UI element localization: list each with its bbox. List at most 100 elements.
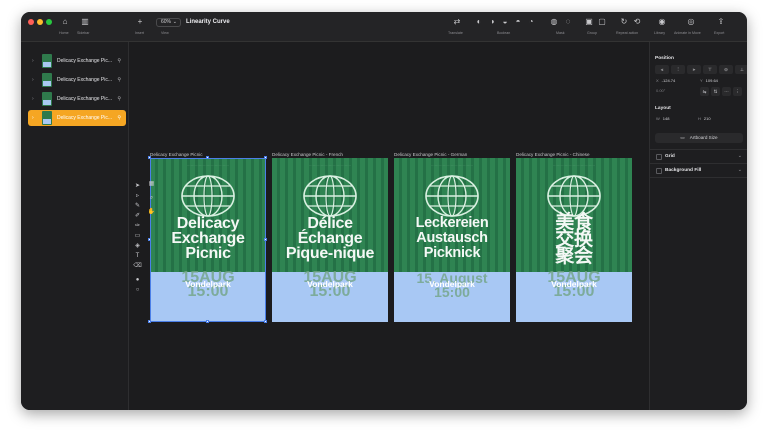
chevron-down-icon[interactable]: ⌄ (738, 167, 742, 174)
layer-item-selected[interactable]: › Delicacy Exchange Pic... ⚲ (28, 110, 126, 126)
boolean-union-icon[interactable]: ◐ (473, 17, 485, 27)
boolean-intersect-icon[interactable]: ◒ (499, 17, 511, 27)
insert-label: Insert (135, 31, 144, 35)
background-fill-row[interactable]: Background Fill ⌄ (650, 163, 747, 177)
grid-checkbox[interactable] (656, 154, 662, 160)
layer-name: Delicacy Exchange Pic... (57, 58, 113, 64)
pin-icon[interactable]: ⚲ (117, 94, 121, 104)
brush-tool-icon[interactable]: ✑ (133, 222, 142, 231)
node-tool-icon[interactable]: ▹ (133, 192, 142, 201)
zoom-dropdown[interactable]: 60% ⌄ (156, 18, 181, 27)
chevron-down-icon[interactable]: ⌄ (738, 153, 742, 160)
repeat-icon[interactable]: ↻ (618, 17, 630, 27)
insert-plus-icon[interactable]: + (134, 17, 146, 27)
group-icon[interactable]: ▣ (583, 17, 595, 27)
pencil-tool-icon[interactable]: ✐ (133, 212, 142, 221)
zoom-tool-icon[interactable]: ⌕ (147, 194, 156, 203)
artboard-poster[interactable]: · · · · · · · · · · · · · · · · · · · · … (394, 158, 510, 322)
chevron-right-icon[interactable]: › (32, 94, 34, 104)
zoom-window-button[interactable] (46, 19, 52, 25)
toolbar: ⌂ Home ▥ Sidebar + Insert 60% ⌄ View Line… (21, 12, 747, 42)
layer-item[interactable]: › Delicacy Exchange Pic... ⚲ (28, 72, 126, 88)
height-field[interactable]: H 210 (698, 115, 711, 123)
home-label: Home (59, 31, 69, 35)
resize-handle[interactable] (148, 320, 151, 323)
pin-icon[interactable]: ⚲ (117, 113, 121, 123)
resize-handle[interactable] (206, 156, 209, 159)
home-icon[interactable]: ⌂ (59, 17, 71, 27)
y-field[interactable]: Y 109.64 (700, 77, 718, 85)
align-top-icon[interactable]: ⊤ (703, 65, 717, 74)
mask-icon[interactable]: ◍ (548, 17, 560, 27)
align-left-icon[interactable]: ⫷ (655, 65, 669, 74)
align-right-icon[interactable]: ⫸ (687, 65, 701, 74)
layer-item[interactable]: › Delicacy Exchange Pic... ⚲ (28, 53, 126, 69)
align-center-h-icon[interactable]: ⫶ (671, 65, 685, 74)
layer-thumbnail (42, 92, 52, 106)
layout-section-title: Layout (655, 106, 671, 111)
translate-icon[interactable]: ⇄ (451, 17, 463, 27)
rotation-field[interactable]: 0.00° (656, 87, 665, 95)
layer-thumbnail (42, 54, 52, 68)
resize-handle[interactable] (264, 156, 267, 159)
background-fill-checkbox[interactable] (656, 168, 662, 174)
distribute-v-icon[interactable]: ⋮ (733, 87, 742, 96)
width-field[interactable]: W 148 (656, 115, 669, 123)
select-tool-icon[interactable]: ➤ (133, 182, 142, 191)
export-icon[interactable]: ⇪ (715, 17, 727, 27)
tool-palette: ➤ ▹ ✎ ✐ ✑ ▭ ◈ T ⌫ ● ○ ▦ ⌕ ✋ (129, 181, 155, 302)
resize-handle[interactable] (148, 238, 151, 241)
hand-tool-icon[interactable]: ✋ (147, 208, 156, 217)
boolean-subtract-icon[interactable]: ◑ (486, 17, 498, 27)
artboard-poster[interactable]: · · · · · · · · · · · · · · · · · · · · … (272, 158, 388, 322)
fill-tool-icon[interactable]: ◈ (133, 242, 142, 251)
unmask-icon[interactable]: ◌ (562, 17, 574, 27)
eraser-tool-icon[interactable]: ⌫ (133, 262, 142, 271)
ungroup-icon[interactable]: ▢ (596, 17, 608, 27)
text-tool-icon[interactable]: T (133, 252, 142, 261)
boolean-divide-icon[interactable]: ◔ (525, 17, 537, 27)
layer-thumbnail (42, 111, 52, 125)
artboard-size-button[interactable]: ▭ Artboard Size (655, 133, 743, 143)
canvas[interactable]: Delicacy Exchange Picnic Delicacy Exchan… (129, 42, 649, 410)
position-section-title: Position (655, 56, 674, 61)
layer-item[interactable]: › Delicacy Exchange Pic... ⚲ (28, 91, 126, 107)
animate-icon[interactable]: ◎ (685, 17, 697, 27)
pin-icon[interactable]: ⚲ (117, 75, 121, 85)
distribute-h-icon[interactable]: ⋯ (722, 87, 731, 96)
repeat-options-icon[interactable]: ⟲ (631, 17, 643, 27)
resize-handle[interactable] (148, 156, 151, 159)
chevron-right-icon[interactable]: › (32, 56, 34, 66)
fill-color-icon[interactable]: ● (133, 276, 142, 285)
flip-vertical-icon[interactable]: ⇅ (711, 87, 720, 96)
artboard-poster[interactable]: · · · · · · · · · · · · · · · · · · · · … (516, 158, 632, 322)
x-field[interactable]: X -124.74 (656, 77, 675, 85)
resize-handle[interactable] (264, 320, 267, 323)
resize-handle[interactable] (206, 320, 209, 323)
boolean-exclude-icon[interactable]: ◓ (512, 17, 524, 27)
pin-icon[interactable]: ⚲ (117, 56, 121, 66)
selection-outline (150, 158, 266, 322)
view-label: View (161, 31, 169, 35)
pen-tool-icon[interactable]: ✎ (133, 202, 142, 211)
chevron-right-icon[interactable]: › (32, 75, 34, 85)
close-window-button[interactable] (28, 19, 34, 25)
align-bottom-icon[interactable]: ⊥ (735, 65, 747, 74)
flip-horizontal-icon[interactable]: ⇋ (700, 87, 709, 96)
library-icon[interactable]: ◉ (656, 17, 668, 27)
chevron-down-icon: ⌄ (172, 19, 177, 25)
minimize-window-button[interactable] (37, 19, 43, 25)
resize-handle[interactable] (264, 238, 267, 241)
zoom-value: 60% (161, 19, 172, 25)
poster-fine-print: · · · · · · · · · · · · · · · · · · · · … (308, 165, 352, 167)
shape-tool-icon[interactable]: ▭ (133, 232, 142, 241)
artboard-tool-icon[interactable]: ▦ (147, 180, 156, 189)
align-middle-icon[interactable]: ⊝ (719, 65, 733, 74)
stroke-color-icon[interactable]: ○ (133, 286, 142, 295)
chevron-right-icon[interactable]: › (32, 113, 34, 123)
poster-fine-print: · · · · · · · · · · · · · · · · · · · · … (430, 165, 474, 167)
sidebar-toggle-icon[interactable]: ▥ (79, 17, 91, 27)
inspector-panel: Position ⫷ ⫶ ⫸ ⊤ ⊝ ⊥ X -124.74 Y 109.64 0.… (649, 42, 747, 410)
sidebar-label: Sidebar (77, 31, 90, 35)
grid-row[interactable]: Grid ⌄ (650, 149, 747, 163)
